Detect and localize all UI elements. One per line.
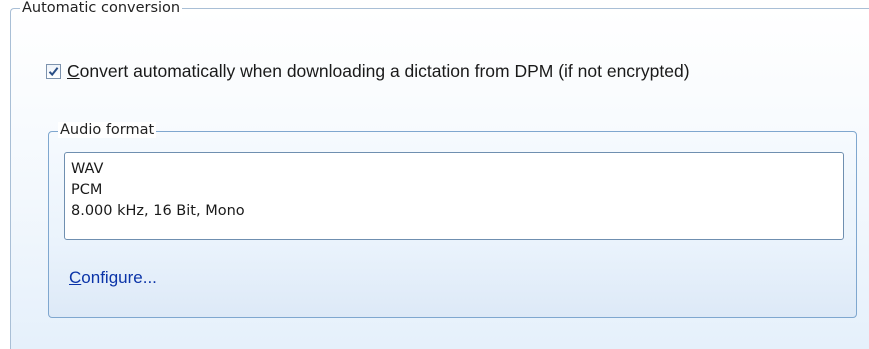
automatic-conversion-legend: Automatic conversion [20, 0, 183, 16]
format-encoding-line: PCM [71, 182, 103, 198]
configure-mnemonic: C [69, 268, 82, 287]
convert-automatically-label[interactable]: Convert automatically when downloading a… [67, 61, 690, 82]
convert-automatically-checkbox[interactable]: Convert automatically when downloading a… [46, 60, 690, 82]
format-container-line: WAV [71, 161, 104, 177]
format-details-line: 8.000 kHz, 16 Bit, Mono [71, 203, 245, 219]
checkbox-box[interactable] [46, 63, 61, 79]
label-text: onvert automatically when downloading a … [79, 60, 690, 81]
label-mnemonic: C [67, 60, 80, 81]
configure-text: onfigure... [81, 268, 157, 287]
checkmark-icon [48, 66, 59, 76]
audio-format-display: WAV PCM 8.000 kHz, 16 Bit, Mono [64, 152, 844, 240]
audio-format-legend: Audio format [58, 122, 157, 138]
configure-link[interactable]: Configure... [69, 268, 157, 288]
